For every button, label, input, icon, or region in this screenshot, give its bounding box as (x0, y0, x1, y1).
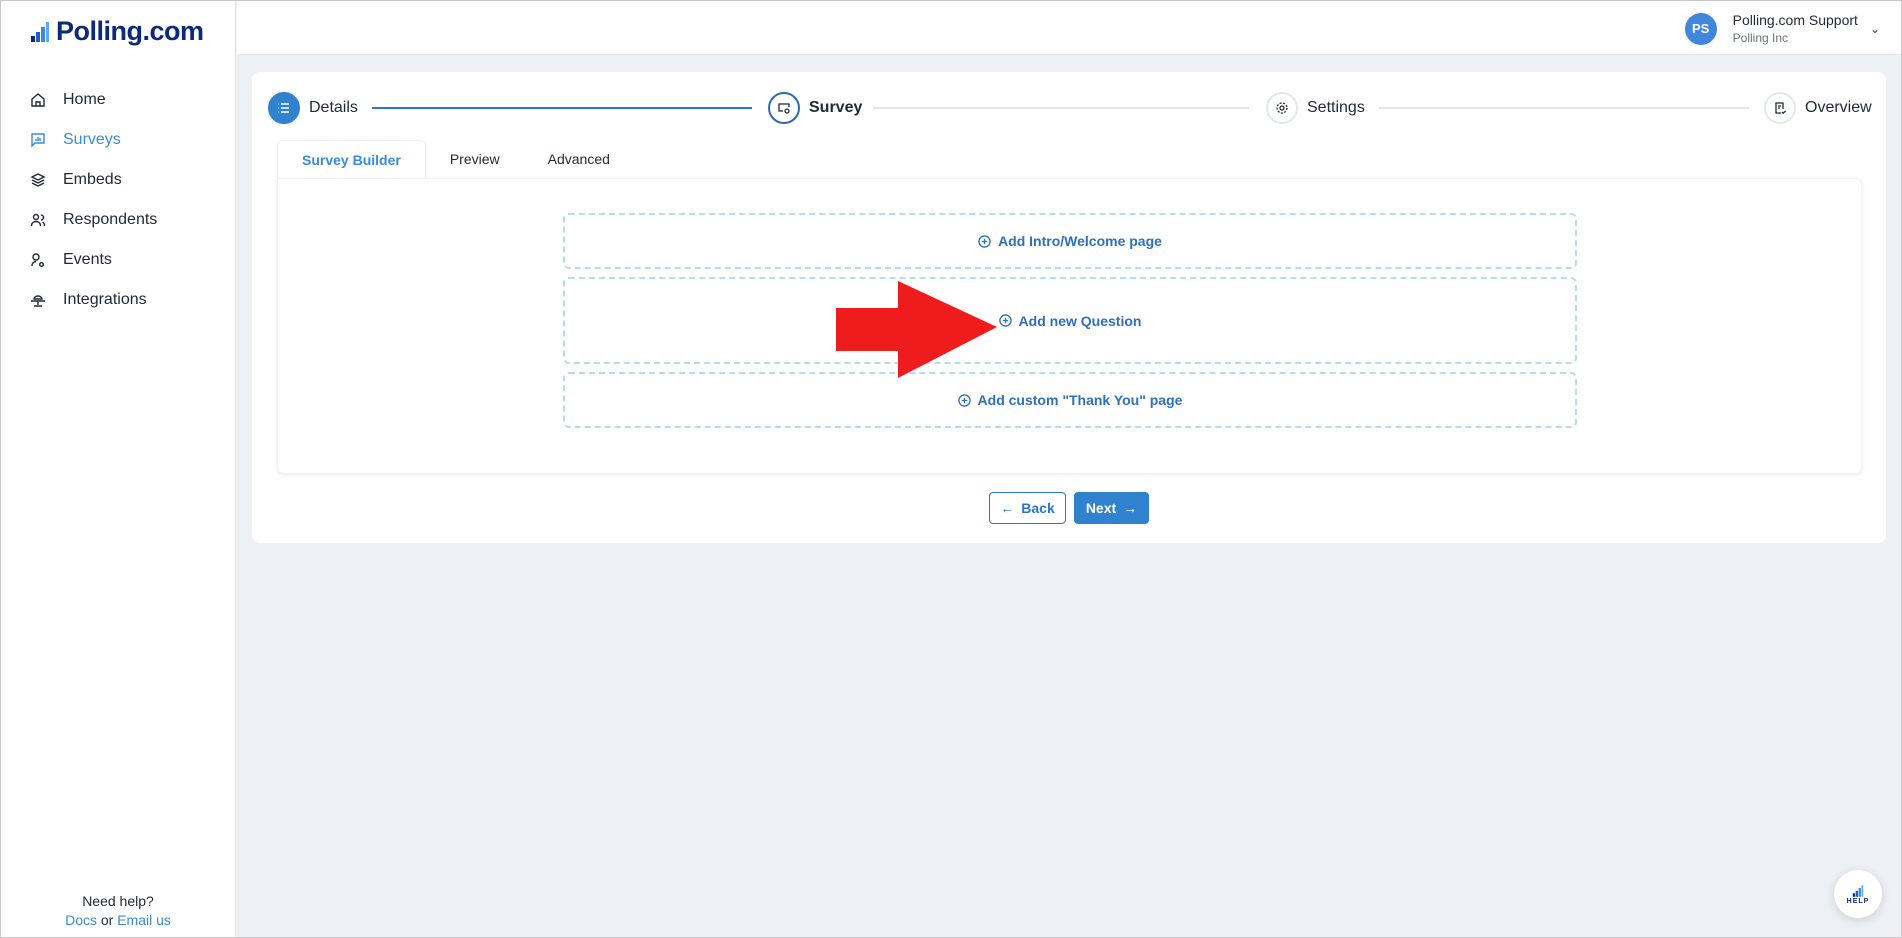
red-annotation-arrow-icon (836, 281, 997, 378)
